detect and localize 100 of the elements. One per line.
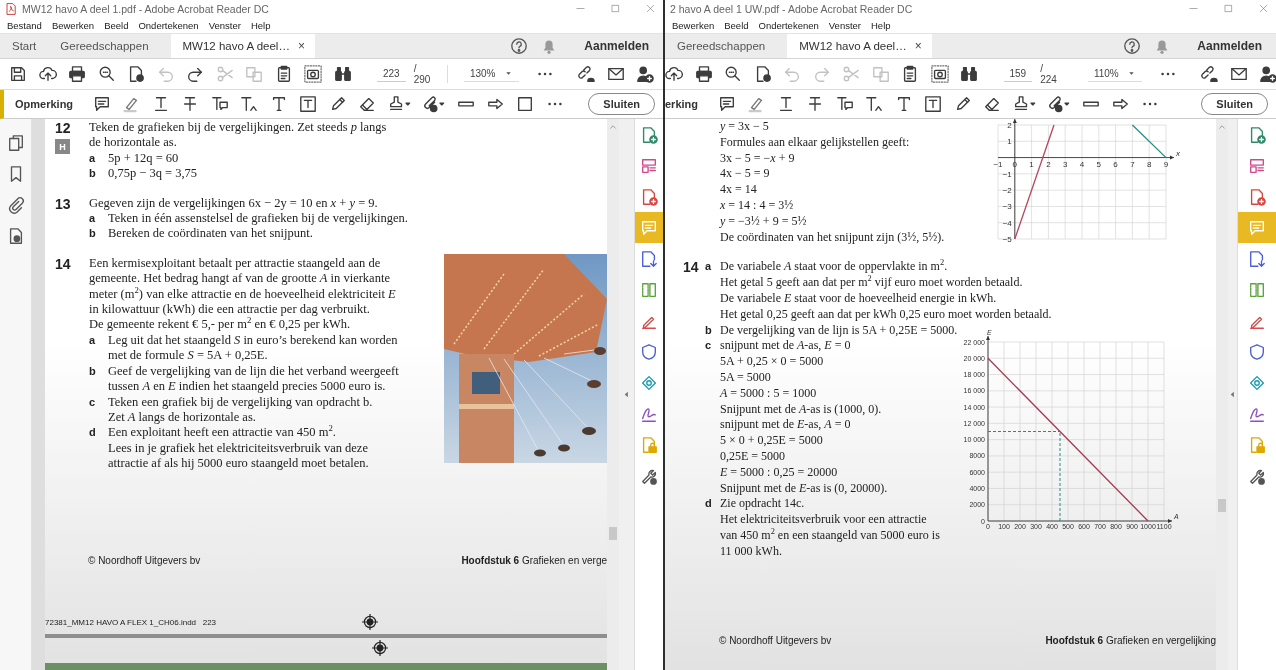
- help-icon[interactable]: [1123, 37, 1142, 55]
- organize-pages-icon[interactable]: [1248, 280, 1266, 299]
- zoom-dropdown[interactable]: 110%: [1087, 66, 1142, 82]
- tick-label: −1: [993, 159, 1003, 169]
- link-icon[interactable]: [1200, 65, 1219, 83]
- attach-icon[interactable]: [1047, 95, 1071, 113]
- text-line: Een exploitant heeft een attractie van 450 m$^{2}$.: [108, 425, 336, 441]
- redo-icon[interactable]: [186, 65, 204, 83]
- organize-pages-icon[interactable]: [640, 280, 658, 299]
- text-line: gemeente. Het bedrag hangt af van de grootte A in vierkante: [89, 271, 390, 287]
- layout-icon[interactable]: [1248, 156, 1266, 175]
- tick-label: 7: [1130, 159, 1135, 169]
- binoculars-icon[interactable]: [960, 65, 978, 83]
- page-number-field[interactable]: 223: [377, 66, 406, 82]
- page-number-field[interactable]: 159: [1003, 66, 1033, 82]
- close-button[interactable]: Sluiten: [1201, 93, 1268, 115]
- document-plus-icon[interactable]: [1248, 187, 1266, 206]
- print-icon[interactable]: [694, 65, 713, 83]
- add-user-icon[interactable]: [636, 65, 654, 83]
- certificate-icon[interactable]: [1248, 373, 1266, 392]
- comment-icon[interactable]: [92, 95, 111, 113]
- menu-item[interactable]: Venster: [828, 19, 861, 31]
- binoculars-icon[interactable]: [333, 65, 352, 83]
- document-plus-icon[interactable]: [640, 125, 658, 144]
- text-line: y = 3x − 5: [720, 119, 769, 135]
- clipboard-icon[interactable]: [901, 65, 919, 83]
- menu-item[interactable]: Ondertekenen: [758, 19, 819, 31]
- cloud-upload-icon[interactable]: [665, 65, 683, 83]
- text-comment-icon[interactable]: [210, 95, 229, 113]
- magnifier-icon[interactable]: [724, 65, 742, 83]
- question-label: d: [705, 496, 712, 512]
- scrollbar-thumb[interactable]: [1218, 499, 1226, 512]
- tab[interactable]: Gereedschappen: [48, 34, 161, 58]
- menu-item[interactable]: Venster: [208, 19, 241, 31]
- menu-item[interactable]: Beeld: [104, 19, 129, 31]
- collapse-icon[interactable]: [622, 390, 631, 399]
- shield-icon[interactable]: [640, 342, 658, 361]
- export-icon[interactable]: [1248, 249, 1266, 268]
- paperclip-icon[interactable]: [6, 196, 25, 214]
- menu-item[interactable]: Bewerken: [672, 19, 715, 31]
- menu-item[interactable]: Help: [871, 19, 891, 31]
- zoom-dropdown[interactable]: 130%: [463, 66, 519, 82]
- menu-item[interactable]: Bestand: [7, 19, 42, 31]
- question-label: c: [705, 338, 712, 354]
- text-comment-icon[interactable]: [835, 95, 854, 113]
- cloud-upload-icon[interactable]: [38, 65, 57, 83]
- sign-in-button[interactable]: Aanmelden: [1197, 39, 1262, 53]
- text-line: Teken een grafiek bij de vergelijking van opdracht b.: [108, 394, 373, 410]
- scrollbar[interactable]: [1216, 119, 1228, 670]
- camera-icon[interactable]: [304, 65, 322, 83]
- stamp-icon[interactable]: [1012, 95, 1036, 113]
- question-label: b: [89, 363, 96, 379]
- scrollbar-thumb[interactable]: [609, 527, 617, 540]
- text-box-icon[interactable]: [924, 95, 942, 113]
- comment-icon[interactable]: [717, 95, 736, 113]
- eraser-icon[interactable]: [983, 95, 1001, 113]
- text-line: Een kermisexploitant betaalt per attractie staangeld aan de: [89, 255, 381, 272]
- mail-icon[interactable]: [606, 65, 625, 83]
- help-icon[interactable]: [510, 37, 529, 55]
- tab[interactable]: MW12 havo A deel…: [170, 34, 296, 58]
- question-label: a: [89, 211, 96, 227]
- menu-item[interactable]: Beeld: [724, 19, 749, 31]
- text-line: Teken de grafieken bij de vergelijkingen. Zet steeds p langs: [89, 120, 387, 136]
- tab[interactable]: Gereedschappen: [665, 34, 778, 58]
- mail-icon[interactable]: [1229, 65, 1248, 83]
- collapse-icon[interactable]: [1228, 390, 1237, 399]
- camera-icon[interactable]: [930, 65, 949, 83]
- graph-line: [1131, 124, 1167, 159]
- menu-item[interactable]: Help: [250, 19, 271, 31]
- menu-item[interactable]: Ondertekenen: [138, 19, 199, 31]
- magnifier-icon[interactable]: [97, 65, 116, 83]
- scrollbar[interactable]: [607, 119, 619, 670]
- export-icon[interactable]: [640, 249, 658, 268]
- text-box-icon[interactable]: [299, 95, 318, 113]
- layout-icon[interactable]: [640, 156, 658, 175]
- print-icon[interactable]: [68, 65, 86, 83]
- attach-icon[interactable]: [422, 95, 446, 113]
- highlighter-icon[interactable]: [747, 95, 765, 113]
- tick-label: 4: [1079, 159, 1085, 169]
- sign-in-button[interactable]: Aanmelden: [584, 39, 649, 53]
- registration-mark-icon: [362, 614, 378, 630]
- save-icon[interactable]: [9, 65, 27, 83]
- document-plus-icon[interactable]: [640, 187, 658, 206]
- certificate-icon[interactable]: [640, 373, 658, 392]
- shield-icon[interactable]: [1248, 342, 1266, 361]
- add-user-icon[interactable]: [1259, 65, 1276, 83]
- insert-text-icon[interactable]: [240, 95, 259, 113]
- rectangle-icon[interactable]: [516, 95, 535, 113]
- pages-icon[interactable]: [6, 134, 25, 152]
- close-button[interactable]: Sluiten: [588, 93, 655, 115]
- eraser-icon[interactable]: [358, 95, 377, 113]
- text-line: met de formule S = 5A + 0,25E.: [108, 348, 268, 364]
- tab[interactable]: MW12 havo A deel…: [787, 34, 913, 58]
- menu-item[interactable]: Bewerken: [51, 19, 95, 31]
- stamp-icon[interactable]: [387, 95, 411, 113]
- link-icon[interactable]: [577, 65, 595, 83]
- strikethrough-text-icon[interactable]: [806, 95, 824, 113]
- tab[interactable]: Start: [0, 34, 49, 58]
- insert-text-icon[interactable]: [865, 95, 883, 113]
- document-plus-icon[interactable]: [1248, 125, 1266, 144]
